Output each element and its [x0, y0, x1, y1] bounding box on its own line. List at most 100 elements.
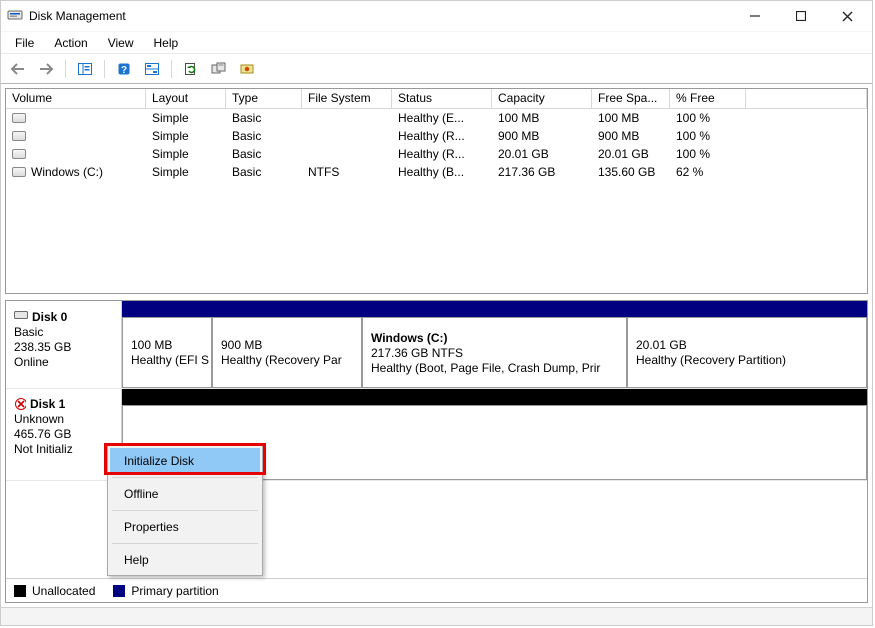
- ctx-separator: [112, 477, 258, 478]
- cell-status: Healthy (R...: [392, 147, 492, 161]
- ctx-properties[interactable]: Properties: [110, 514, 260, 540]
- col-filesystem[interactable]: File System: [302, 89, 392, 108]
- settings-panel-button[interactable]: [141, 58, 163, 80]
- partition-strip: [122, 389, 867, 405]
- status-bar: [1, 607, 872, 625]
- ctx-help[interactable]: Help: [110, 547, 260, 573]
- minimize-button[interactable]: [732, 1, 778, 31]
- legend-label-unallocated: Unallocated: [32, 584, 95, 598]
- cell-layout: Simple: [146, 129, 226, 143]
- partition-status: Healthy (Recovery Partition): [636, 353, 858, 367]
- disk-context-menu: Initialize Disk Offline Properties Help: [107, 445, 263, 576]
- menu-help[interactable]: Help: [144, 34, 189, 52]
- back-button[interactable]: [7, 58, 29, 80]
- volume-rows: Simple Basic Healthy (E... 100 MB 100 MB…: [6, 109, 867, 293]
- disk-size: 465.76 GB: [14, 427, 113, 441]
- disk-type: Basic: [14, 325, 113, 339]
- cell-free: 20.01 GB: [592, 147, 670, 161]
- help-button[interactable]: ?: [113, 58, 135, 80]
- menu-action[interactable]: Action: [44, 34, 97, 52]
- ctx-offline[interactable]: Offline: [110, 481, 260, 507]
- cell-pct: 100 %: [670, 147, 746, 161]
- disk-size: 238.35 GB: [14, 340, 113, 354]
- legend-swatch-primary: [113, 585, 125, 597]
- partition-cell[interactable]: 900 MB Healthy (Recovery Par: [212, 317, 362, 388]
- toolbar-separator: [65, 60, 66, 78]
- titlebar: Disk Management: [1, 1, 872, 31]
- rescan-disks-button[interactable]: [208, 58, 230, 80]
- cell-free: 135.60 GB: [592, 165, 670, 179]
- toolbar-separator: [104, 60, 105, 78]
- disk-label[interactable]: Disk 1 Unknown 465.76 GB Not Initializ: [6, 389, 122, 480]
- col-status[interactable]: Status: [392, 89, 492, 108]
- volume-row[interactable]: Simple Basic Healthy (E... 100 MB 100 MB…: [6, 109, 867, 127]
- volume-name: Windows (C:): [31, 165, 103, 179]
- cell-type: Basic: [226, 147, 302, 161]
- menu-file[interactable]: File: [5, 34, 44, 52]
- volume-header-row: Volume Layout Type File System Status Ca…: [6, 89, 867, 109]
- partition-size: 900 MB: [221, 338, 353, 352]
- partition-size: 217.36 GB NTFS: [371, 346, 618, 360]
- partition-cell[interactable]: Windows (C:) 217.36 GB NTFS Healthy (Boo…: [362, 317, 627, 388]
- svg-text:?: ?: [121, 65, 127, 76]
- cell-pct: 100 %: [670, 111, 746, 125]
- volume-row[interactable]: Windows (C:) Simple Basic NTFS Healthy (…: [6, 163, 867, 181]
- col-type[interactable]: Type: [226, 89, 302, 108]
- col-extra[interactable]: [746, 89, 867, 108]
- volume-row[interactable]: Simple Basic Healthy (R... 20.01 GB 20.0…: [6, 145, 867, 163]
- legend: Unallocated Primary partition: [6, 578, 867, 602]
- cell-capacity: 217.36 GB: [492, 165, 592, 179]
- ctx-separator: [112, 510, 258, 511]
- forward-button[interactable]: [35, 58, 57, 80]
- maximize-button[interactable]: [778, 1, 824, 31]
- volume-list[interactable]: Volume Layout Type File System Status Ca…: [5, 88, 868, 294]
- volume-icon: [12, 149, 26, 159]
- disk-block[interactable]: Disk 0 Basic 238.35 GB Online 100 MB Hea…: [6, 301, 867, 389]
- cell-pct: 62 %: [670, 165, 746, 179]
- partition-status: Healthy (Recovery Par: [221, 353, 353, 367]
- cell-pct: 100 %: [670, 129, 746, 143]
- col-volume[interactable]: Volume: [6, 89, 146, 108]
- partition-status: Healthy (EFI S: [131, 353, 203, 367]
- cell-status: Healthy (E...: [392, 111, 492, 125]
- legend-swatch-unallocated: [14, 585, 26, 597]
- partition-status: Healthy (Boot, Page File, Crash Dump, Pr…: [371, 361, 618, 375]
- partition-size: 20.01 GB: [636, 338, 858, 352]
- cell-layout: Simple: [146, 147, 226, 161]
- menu-view[interactable]: View: [98, 34, 144, 52]
- show-hide-tree-button[interactable]: [74, 58, 96, 80]
- col-layout[interactable]: Layout: [146, 89, 226, 108]
- cell-capacity: 20.01 GB: [492, 147, 592, 161]
- col-pctfree[interactable]: % Free: [670, 89, 746, 108]
- disk-label[interactable]: Disk 0 Basic 238.35 GB Online: [6, 301, 122, 388]
- cell-free: 900 MB: [592, 129, 670, 143]
- volume-row[interactable]: Simple Basic Healthy (R... 900 MB 900 MB…: [6, 127, 867, 145]
- disk-state: Not Initializ: [14, 442, 113, 456]
- volume-icon: [12, 167, 26, 177]
- close-button[interactable]: [824, 1, 870, 31]
- volume-icon: [12, 113, 26, 123]
- window-title: Disk Management: [29, 9, 126, 23]
- disk-type: Unknown: [14, 412, 113, 426]
- ctx-separator: [112, 543, 258, 544]
- disk-icon: [14, 309, 28, 324]
- disk-error-icon: [14, 398, 26, 410]
- cell-free: 100 MB: [592, 111, 670, 125]
- cell-type: Basic: [226, 129, 302, 143]
- partition-cell[interactable]: 100 MB Healthy (EFI S: [122, 317, 212, 388]
- cell-capacity: 900 MB: [492, 129, 592, 143]
- ctx-initialize-disk[interactable]: Initialize Disk: [110, 448, 260, 474]
- cell-type: Basic: [226, 165, 302, 179]
- action-button[interactable]: [236, 58, 258, 80]
- partition-size: 100 MB: [131, 338, 203, 352]
- disk-name: Disk 0: [32, 310, 67, 324]
- col-capacity[interactable]: Capacity: [492, 89, 592, 108]
- partition-cell[interactable]: 20.01 GB Healthy (Recovery Partition): [627, 317, 867, 388]
- volume-icon: [12, 131, 26, 141]
- col-free[interactable]: Free Spa...: [592, 89, 670, 108]
- app-icon: [7, 7, 23, 26]
- refresh-button[interactable]: [180, 58, 202, 80]
- toolbar-separator: [171, 60, 172, 78]
- menubar: File Action View Help: [1, 31, 872, 53]
- partition-strip: [122, 301, 867, 317]
